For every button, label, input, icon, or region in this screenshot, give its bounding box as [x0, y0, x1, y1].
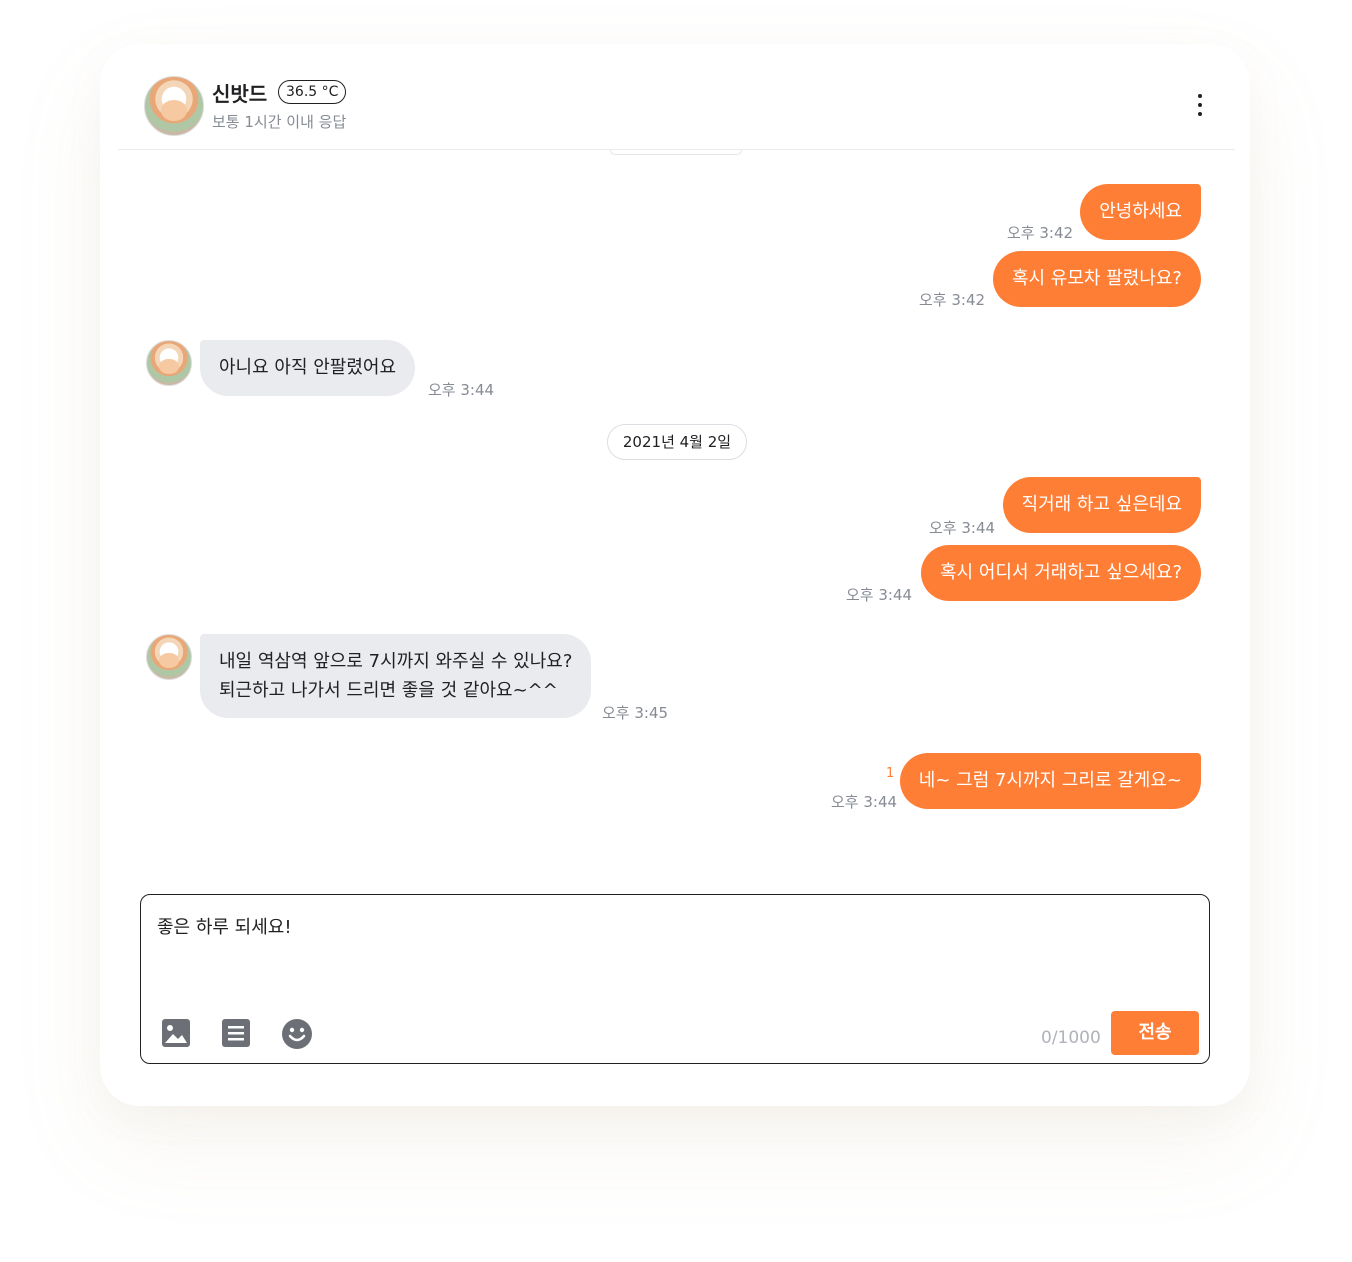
character-counter: 0/1000 [1041, 1028, 1101, 1048]
unread-count: 1 [886, 766, 895, 781]
date-divider-remnant [610, 150, 742, 155]
message-line: 퇴근하고 나가서 드리면 좋을 것 같아요~^^ [219, 680, 558, 701]
message-time: 오후 3:42 [919, 291, 986, 309]
message-bubble-out[interactable]: 안녕하세요 [1080, 184, 1201, 240]
message-time: 오후 3:45 [602, 704, 669, 722]
username: 신밧드 [212, 82, 268, 106]
date-divider: 2021년 4월 2일 [607, 424, 747, 460]
message-list: 오후 3:42 안녕하세요 오후 3:42 혹시 유모차 팔렸나요? 아니요 아… [100, 150, 1250, 850]
message-line: 내일 역삼역 앞으로 7시까지 와주실 수 있나요? [219, 651, 573, 672]
document-icon[interactable] [221, 1018, 251, 1048]
message-bubble-in[interactable]: 내일 역삼역 앞으로 7시까지 와주실 수 있나요? 퇴근하고 나가서 드리면 … [200, 634, 592, 718]
message-bubble-out[interactable]: 혹시 유모차 팔렸나요? [992, 251, 1201, 307]
message-time: 오후 3:44 [846, 586, 913, 604]
avatar[interactable] [144, 76, 204, 136]
message-time: 오후 3:44 [831, 793, 898, 811]
sender-avatar[interactable] [146, 634, 192, 680]
image-icon[interactable] [161, 1018, 191, 1048]
message-bubble-in[interactable]: 아니요 아직 안팔렸어요 [200, 340, 416, 396]
more-options-icon[interactable] [1198, 94, 1204, 120]
chat-header: 신밧드 36.5 °C 보통 1시간 이내 응답 [118, 44, 1235, 150]
send-button[interactable]: 전송 [1111, 1011, 1199, 1055]
message-time: 오후 3:44 [929, 519, 996, 537]
message-bubble-out[interactable]: 혹시 어디서 거래하고 싶으세요? [921, 545, 1201, 601]
message-time: 오후 3:44 [428, 381, 495, 399]
message-input[interactable]: 좋은 하루 되세요! [157, 913, 292, 939]
manner-temperature-badge: 36.5 °C [278, 80, 347, 104]
emoji-icon[interactable] [281, 1018, 312, 1049]
response-time: 보통 1시간 이내 응답 [212, 113, 347, 131]
sender-avatar[interactable] [146, 340, 192, 386]
message-bubble-out[interactable]: 직거래 하고 싶은데요 [1002, 477, 1201, 533]
message-bubble-out[interactable]: 네~ 그럼 7시까지 그리로 갈게요~ [899, 753, 1201, 809]
message-composer[interactable]: 좋은 하루 되세요! 0/1000 전송 [140, 894, 1210, 1064]
message-time: 오후 3:42 [1007, 224, 1074, 242]
chat-window: 신밧드 36.5 °C 보통 1시간 이내 응답 오후 3:42 안녕하세요 오… [100, 44, 1250, 1106]
